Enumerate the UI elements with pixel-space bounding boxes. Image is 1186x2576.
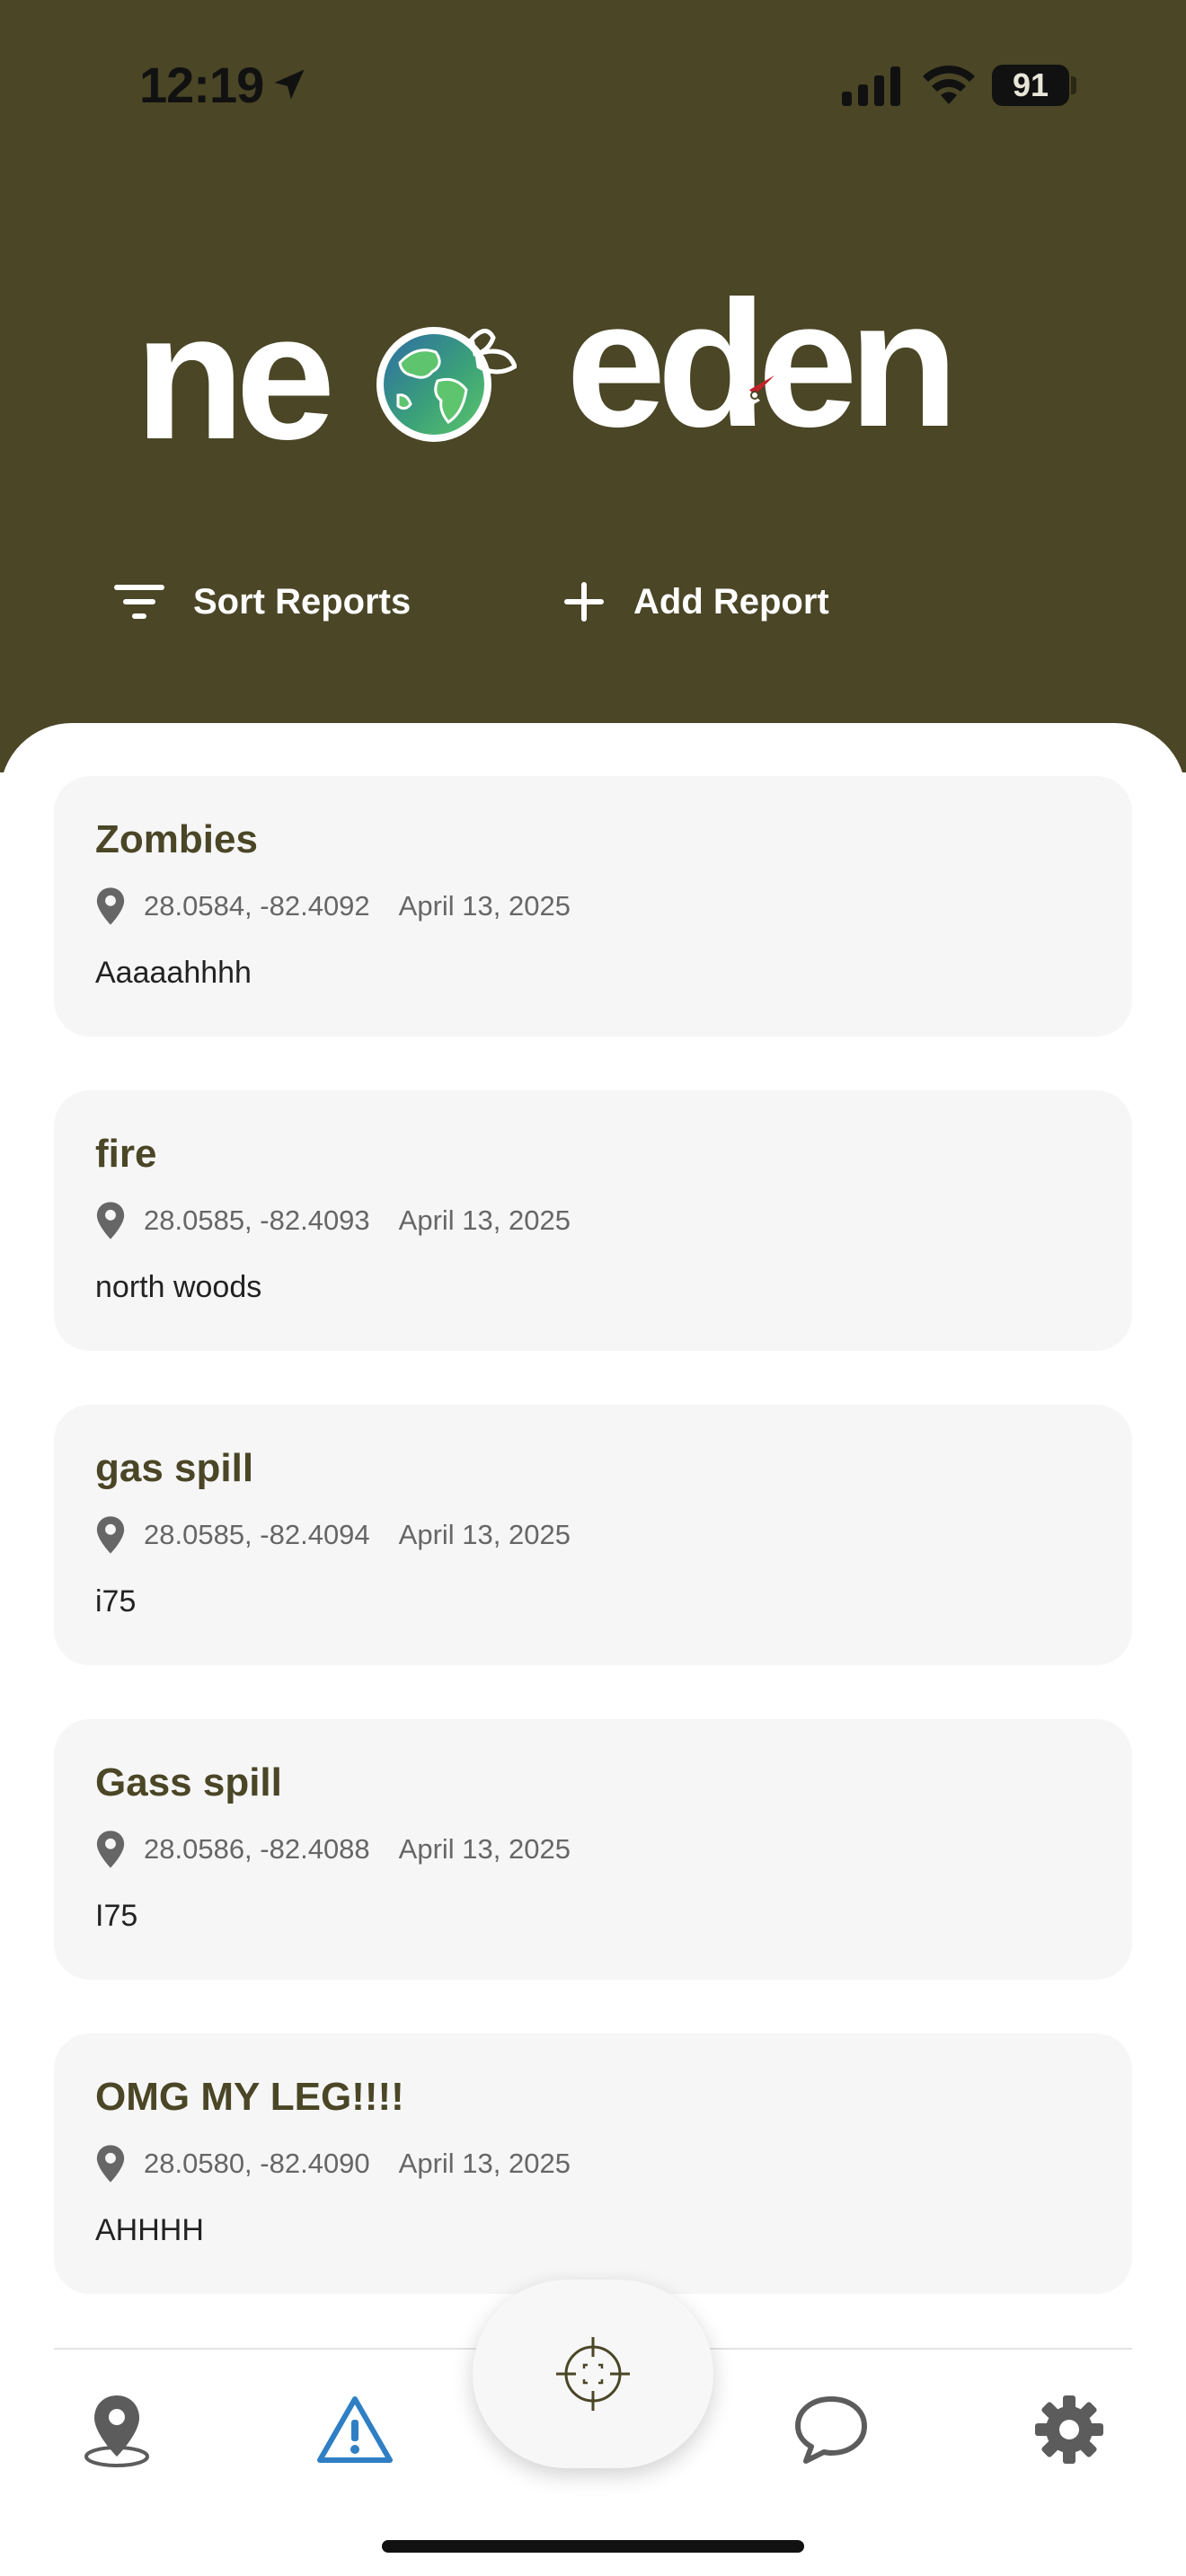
report-list[interactable]: Zombies 28.0584, -82.4092 April 13, 2025… [0,723,1186,2349]
report-date: April 13, 2025 [398,1519,571,1550]
report-description: Aaaaahhhh [95,956,252,990]
report-card[interactable]: gas spill 28.0585, -82.4094 April 13, 20… [54,1405,1132,1665]
nav-settings-button[interactable] [1024,2389,1114,2470]
report-meta: 28.0580, -82.4090 April 13, 2025 [95,2143,571,2184]
map-pin-icon [96,1831,125,1868]
report-title: gas spill [95,1446,254,1490]
home-indicator[interactable] [382,2540,804,2553]
report-coordinates: 28.0580, -82.4090 [144,2148,370,2179]
report-description: i75 [95,1584,137,1619]
report-meta: 28.0585, -82.4093 April 13, 2025 [95,1200,571,1241]
map-pin-icon [96,2145,125,2183]
add-report-button[interactable]: Add Report [562,566,829,638]
app-header: 12:19 91 ne eden Sort Reports Add Report [0,0,1186,772]
report-card[interactable]: Zombies 28.0584, -82.4092 April 13, 2025… [54,776,1132,1037]
globe-leaf-icon [376,327,517,442]
sort-reports-label: Sort Reports [193,581,412,622]
report-coordinates: 28.0585, -82.4094 [144,1519,370,1550]
status-bar: 12:19 91 [0,0,1186,171]
report-title: Zombies [95,817,258,861]
report-description: I75 [95,1899,138,1933]
neo-eden-logo: ne eden [135,275,1060,477]
chat-bubble-icon [795,2396,867,2464]
report-meta: 28.0586, -82.4088 April 13, 2025 [95,1829,571,1870]
location-arrow-icon [274,69,305,100]
nav-map-button[interactable] [72,2389,162,2470]
compass-needle-icon [735,375,774,415]
map-pin-icon [96,1516,125,1554]
report-card[interactable]: Gass spill 28.0586, -82.4088 April 13, 2… [54,1719,1132,1980]
report-title: OMG MY LEG!!!! [95,2075,404,2119]
status-time: 12:19 [139,57,264,113]
report-coordinates: 28.0585, -82.4093 [144,1204,370,1236]
warning-icon [317,2396,393,2463]
cellular-signal-icon [842,66,900,106]
locate-me-button[interactable] [473,2280,713,2468]
wifi-icon [923,65,975,104]
nav-reports-button[interactable] [310,2389,400,2470]
crosshair-icon [556,2337,630,2411]
report-date: April 13, 2025 [398,890,571,922]
report-card[interactable]: fire 28.0585, -82.4093 April 13, 2025 no… [54,1090,1132,1351]
plus-icon [564,582,604,622]
logo-text-ne: ne [135,277,335,477]
map-pin-icon [84,2395,149,2467]
battery-icon: 91 [992,65,1069,106]
report-card[interactable]: OMG MY LEG!!!! 28.0580, -82.4090 April 1… [54,2033,1132,2294]
report-date: April 13, 2025 [398,1833,571,1865]
report-title: Gass spill [95,1760,282,1804]
map-pin-icon [96,887,125,925]
report-date: April 13, 2025 [398,2148,571,2179]
gear-icon [1035,2395,1103,2464]
logo-text-eden: eden [566,264,959,464]
report-coordinates: 28.0584, -82.4092 [144,890,370,922]
nav-chat-button[interactable] [786,2389,876,2470]
add-report-label: Add Report [633,581,829,622]
report-meta: 28.0585, -82.4094 April 13, 2025 [95,1514,571,1556]
sort-icon [114,585,164,619]
battery-nub [1071,76,1076,94]
report-title: fire [95,1132,157,1176]
report-coordinates: 28.0586, -82.4088 [144,1833,370,1865]
sort-reports-button[interactable]: Sort Reports [112,566,411,638]
header-actions: Sort Reports Add Report [0,566,1186,638]
report-description: AHHHH [95,2213,204,2247]
map-pin-icon [96,1202,125,1239]
report-meta: 28.0584, -82.4092 April 13, 2025 [95,886,571,927]
report-date: April 13, 2025 [398,1204,571,1236]
report-description: north woods [95,1270,262,1304]
